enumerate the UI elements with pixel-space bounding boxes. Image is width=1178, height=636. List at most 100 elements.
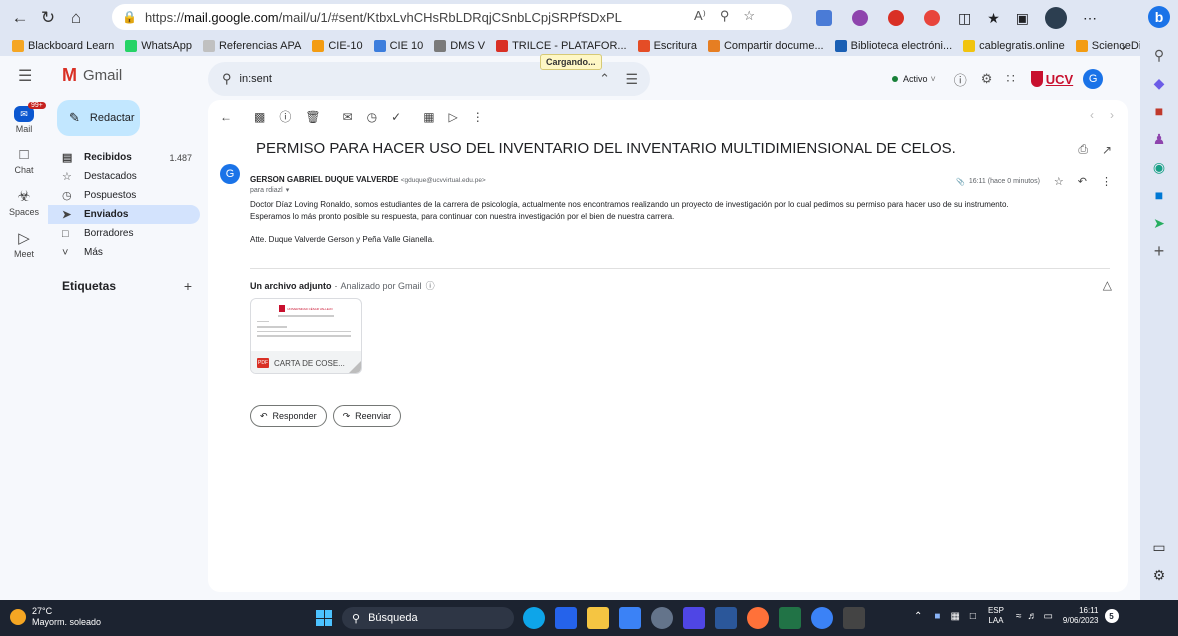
older-icon[interactable]: ›: [1110, 108, 1114, 122]
mark-unread-icon[interactable]: ✉: [343, 110, 353, 124]
rail-item-spaces[interactable]: ☣ Spaces: [0, 187, 48, 217]
weather-widget[interactable]: 27°C Mayorm. soleado: [10, 606, 101, 628]
clock[interactable]: 16:11 9/06/2023: [1063, 606, 1099, 626]
show-hidden-icon[interactable]: ⌃: [914, 611, 922, 622]
rail-item-chat[interactable]: □ Chat: [0, 146, 48, 175]
ucv-logo[interactable]: UCV: [1030, 71, 1073, 87]
search-input[interactable]: in:sent: [240, 73, 272, 85]
sender-avatar[interactable]: G: [220, 164, 240, 184]
notification-badge[interactable]: 5: [1104, 609, 1119, 623]
bookmark-item[interactable]: cablegratis.online: [963, 40, 1065, 52]
bookmark-item[interactable]: WhatsApp: [125, 40, 192, 52]
compose-button[interactable]: ✎ Redactar: [57, 100, 140, 136]
favorite-star-icon[interactable]: ☆: [743, 8, 755, 24]
search-icon[interactable]: ⚲: [222, 71, 232, 87]
send-icon[interactable]: ➤: [1148, 212, 1170, 234]
file-explorer-icon[interactable]: [587, 607, 609, 629]
info-icon[interactable]: ⓘ: [426, 279, 435, 292]
help-icon[interactable]: ⓘ: [954, 70, 967, 89]
profile-icon[interactable]: [1045, 7, 1068, 29]
excel-icon[interactable]: [779, 607, 801, 629]
back-arrow-icon[interactable]: ←: [6, 4, 34, 32]
move-to-icon[interactable]: ▦: [423, 110, 434, 124]
calculator-icon[interactable]: [843, 607, 865, 629]
zoom-icon[interactable]: ⚲: [720, 8, 730, 24]
edge-icon[interactable]: [523, 607, 545, 629]
nav-item-starred[interactable]: ☆ Destacados: [48, 167, 200, 186]
bookmark-item[interactable]: DMS V: [434, 40, 485, 52]
reply-icon[interactable]: ↶: [1078, 175, 1087, 188]
extension-icon[interactable]: [924, 10, 940, 26]
shield-icon[interactable]: ■: [934, 611, 940, 622]
rail-item-mail[interactable]: ✉ 99+ Mail: [0, 102, 48, 134]
bookmark-item[interactable]: TRILCE - PLATAFOR...: [496, 40, 627, 52]
bookmark-item[interactable]: Compartir docume...: [707, 40, 824, 52]
notes-icon[interactable]: [555, 607, 577, 629]
nav-item-drafts[interactable]: □ Borradores: [48, 224, 200, 243]
print-icon[interactable]: ⎙: [1078, 142, 1088, 157]
windows-start-icon[interactable]: [316, 610, 332, 626]
extension-icon[interactable]: [852, 10, 868, 26]
nav-item-snoozed[interactable]: ◷ Pospuestos: [48, 186, 200, 205]
more-vert-icon[interactable]: ⋮: [1101, 175, 1112, 188]
battery-icon[interactable]: ▭: [1043, 611, 1052, 622]
search-options-icon[interactable]: ☰: [625, 71, 638, 88]
more-menu-icon[interactable]: ⋯: [1083, 10, 1097, 27]
bookmark-item[interactable]: ScienceDirect.com |...: [1075, 40, 1140, 52]
add-task-icon[interactable]: ✓: [391, 110, 401, 124]
close-search-icon[interactable]: ⌃: [599, 71, 610, 87]
open-new-window-icon[interactable]: ↗: [1102, 143, 1112, 157]
bookmark-item[interactable]: Referencias APA: [202, 40, 301, 52]
add-to-drive-icon[interactable]: △: [1103, 278, 1112, 292]
more-options-icon[interactable]: ⋮: [472, 110, 484, 124]
tag-icon[interactable]: ◆: [1148, 72, 1170, 94]
account-avatar[interactable]: G: [1083, 69, 1104, 89]
collections-icon[interactable]: ▣: [1016, 10, 1029, 27]
status-dropdown[interactable]: Activo ˅: [892, 74, 936, 84]
attachment-card[interactable]: UNIVERSIDAD CÉSAR VALLEJO PDF CARTA DE C…: [250, 298, 362, 374]
reply-button[interactable]: ↶ Responder: [250, 405, 327, 427]
extension-icon[interactable]: [816, 10, 832, 26]
favorites-icon[interactable]: ★: [987, 10, 1000, 27]
firefox-icon[interactable]: [747, 607, 769, 629]
nav-item-sent[interactable]: ➤ Enviados: [48, 205, 200, 224]
settings-icon[interactable]: ⚙: [1148, 564, 1170, 586]
archive-icon[interactable]: ▩: [254, 110, 265, 124]
nav-item-more[interactable]: ˅ Más: [48, 243, 200, 262]
forward-button[interactable]: ↷ Reenviar: [332, 405, 402, 427]
star-icon[interactable]: ☆: [1054, 175, 1064, 188]
tray-app-icon[interactable]: ▦: [950, 611, 959, 622]
clipboard-icon[interactable]: □: [970, 611, 976, 622]
label-icon[interactable]: ▷: [449, 110, 458, 124]
bookmark-item[interactable]: CIE-10: [312, 40, 363, 52]
bookmark-item[interactable]: Biblioteca electróni...: [834, 40, 952, 52]
address-bar[interactable]: 🔒 https://mail.google.com/mail/u/1/#sent…: [112, 4, 792, 30]
rail-item-meet[interactable]: ▷ Meet: [0, 229, 48, 259]
bookmark-item[interactable]: CIE 10: [373, 40, 423, 52]
store-icon[interactable]: [619, 607, 641, 629]
report-spam-icon[interactable]: ⓘ: [279, 108, 291, 125]
word-icon[interactable]: [715, 607, 737, 629]
split-screen-icon[interactable]: ◫: [958, 10, 971, 27]
settings-gear-icon[interactable]: ⚙: [981, 71, 993, 87]
settings-app-icon[interactable]: [651, 607, 673, 629]
nav-item-inbox[interactable]: ▤ Recibidos 1.487: [48, 148, 200, 167]
sidebar-toggle-icon[interactable]: ▭: [1148, 536, 1170, 558]
chess-icon[interactable]: ♟: [1148, 128, 1170, 150]
briefcase-icon[interactable]: ■: [1148, 100, 1170, 122]
adblock-icon[interactable]: [888, 10, 904, 26]
wifi-icon[interactable]: ≈: [1016, 611, 1022, 622]
apps-icon[interactable]: ◉: [1148, 156, 1170, 178]
snooze-icon[interactable]: ◷: [367, 110, 377, 124]
add-label-button[interactable]: +: [184, 278, 192, 294]
bookmark-item[interactable]: Blackboard Learn: [12, 40, 114, 52]
reload-icon[interactable]: ↻: [34, 4, 62, 32]
read-aloud-icon[interactable]: A⁾: [694, 8, 706, 24]
add-icon[interactable]: +: [1148, 240, 1170, 262]
taskbar-search[interactable]: ⚲ Búsqueda: [342, 607, 514, 629]
bookmarks-overflow-icon[interactable]: ›: [1122, 39, 1126, 54]
newer-icon[interactable]: ‹: [1090, 108, 1094, 122]
volume-icon[interactable]: ♬: [1027, 611, 1037, 622]
bookmark-item[interactable]: Escritura: [637, 40, 697, 52]
search-icon[interactable]: ⚲: [1148, 44, 1170, 66]
